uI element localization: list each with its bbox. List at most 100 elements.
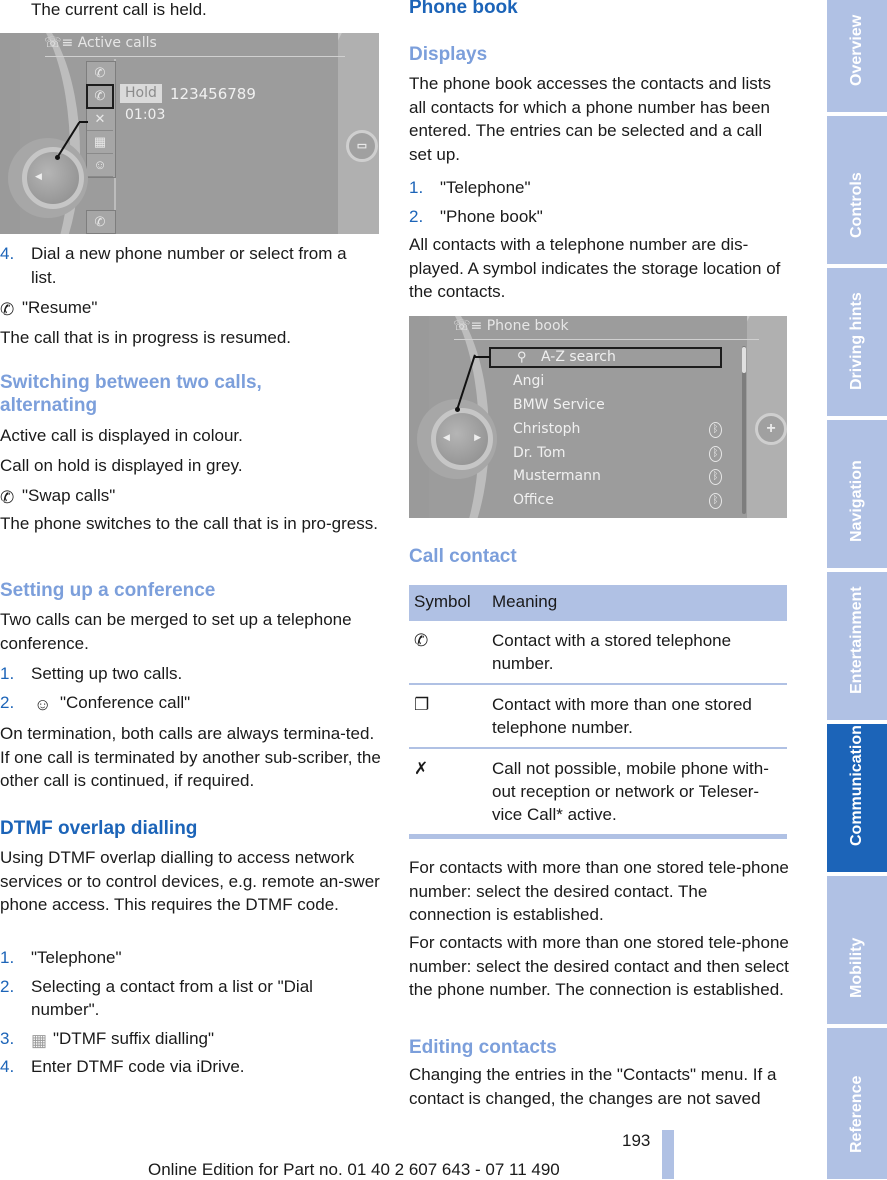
bluetooth-icon: ᛒ — [709, 469, 722, 485]
bluetooth-icon: ᛒ — [709, 493, 722, 509]
table-header-row: Symbol Meaning — [409, 585, 787, 621]
header-meaning: Meaning — [487, 585, 787, 621]
conference-icon[interactable]: ☺ — [87, 154, 113, 177]
microphone-mute-icon[interactable]: ✕ — [87, 108, 113, 131]
contact-item[interactable]: Office — [513, 492, 554, 508]
tab-label: Mobility — [848, 937, 865, 998]
arrow-left-icon: ◀ — [443, 432, 450, 442]
active-colour-text: Active call is displayed in colour. — [0, 426, 243, 445]
contact-item[interactable]: BMW Service — [513, 397, 605, 413]
active-calls-screenshot: ☏≡ Active calls ✆ ✆ ✕ ▦ ☺ ✆ Hold 1234567… — [0, 33, 379, 234]
contact-item[interactable]: Angi — [513, 373, 544, 389]
search-label: A-Z search — [541, 349, 616, 365]
header-symbol: Symbol — [409, 585, 487, 621]
call-contact-heading: Call contact — [409, 546, 517, 567]
tab-communication[interactable]: Communication — [827, 724, 887, 872]
controller-knob[interactable]: ◀ ▶ — [431, 408, 493, 470]
meaning-cell: Contact with more than one stored teleph… — [487, 684, 787, 749]
phone-handset-icon[interactable]: ✆ — [87, 62, 113, 85]
list-item: 2. ☺ "Conference call" — [0, 691, 370, 715]
list-item: 1. "Telephone" — [409, 176, 779, 200]
intro-text: The current call is held. — [31, 0, 207, 19]
contact-item[interactable]: Christoph — [513, 421, 580, 437]
edition-footer: Online Edition for Part no. 01 40 2 607 … — [148, 1160, 560, 1179]
keypad-icon: ▦ — [31, 1030, 48, 1050]
tab-label: Controls — [848, 172, 865, 238]
list-text: Selecting a contact from a list or "Dial… — [31, 976, 313, 1020]
conference-icon: ☺ — [34, 694, 52, 714]
list-item: 2. "Phone book" — [409, 205, 779, 229]
switching-heading: Switching between two calls, alternating — [0, 372, 262, 416]
tab-entertainment[interactable]: Entertainment — [827, 572, 887, 720]
phonebook-heading: Phone book — [409, 0, 518, 18]
editing-desc: Changing the entries in the "Contacts" m… — [409, 1065, 777, 1108]
list-item: 1. "Telephone" — [0, 946, 370, 970]
conference-desc: Two calls can be merged to set up a tele… — [0, 610, 352, 653]
phone-menu-icon: ☏≡ — [453, 318, 483, 334]
scrollbar-thumb[interactable] — [742, 347, 746, 373]
displays-desc: The phone book accesses the contacts and… — [409, 74, 771, 164]
list-number: 2. — [0, 692, 15, 712]
swap-calls-icon: ✆ — [0, 488, 15, 507]
para-two: For contacts with more than one stored t… — [409, 933, 789, 999]
meaning-cell: Call not possible, mobile phone with-out… — [487, 748, 787, 839]
swap-calls-icon[interactable]: ✆ — [87, 211, 113, 233]
para-one: For contacts with more than one stored t… — [409, 858, 789, 924]
tab-reference[interactable]: Reference — [827, 1028, 887, 1179]
meaning-cell: Contact with a stored telephone number. — [487, 621, 787, 685]
contact-item[interactable]: Mustermann — [513, 468, 601, 484]
swap-line: ✆ "Swap calls" — [0, 484, 115, 508]
table-row: ❐ Contact with more than one stored tele… — [409, 684, 787, 749]
tab-label: Communication — [848, 725, 865, 846]
all-contacts-text: All contacts with a telephone number are… — [409, 235, 781, 301]
screen-title-text: Active calls — [77, 35, 157, 51]
leader-line-h — [475, 356, 490, 358]
list-text: "Phone book" — [440, 206, 543, 226]
resume-line: ✆ "Resume" — [0, 296, 97, 320]
list-number: 4. — [0, 244, 15, 263]
list-text: "Conference call" — [60, 692, 191, 712]
leader-line-h — [79, 121, 88, 123]
swap-menu: ✆ — [86, 210, 116, 234]
resume-desc: The call that is in progress is resumed. — [0, 328, 292, 347]
tab-controls[interactable]: Controls — [827, 116, 887, 264]
termination-text: On termination, both calls are always te… — [0, 724, 381, 790]
list-text: Enter DTMF code via iDrive. — [31, 1057, 245, 1076]
plus-icon[interactable]: + — [755, 413, 787, 445]
search-icon: ⚲ — [517, 349, 527, 364]
conference-steps: 1. Setting up two calls. 2. ☺ "Conference c… — [0, 662, 370, 714]
tab-overview[interactable]: Overview — [827, 0, 887, 112]
list-item: 2. Selecting a contact from a list or "Di… — [0, 975, 370, 1022]
list-item: 1. Setting up two calls. — [0, 662, 370, 686]
resume-label: "Resume" — [22, 298, 98, 317]
list-item: 4. Dial a new phone number or select from… — [0, 242, 370, 289]
step-list-4: 4. Dial a new phone number or select from… — [0, 242, 370, 289]
list-number: 4. — [0, 1057, 15, 1076]
resume-call-icon: ✆ — [0, 300, 15, 319]
screen-title: ☏≡ Active calls — [44, 35, 157, 51]
list-number: 3. — [0, 1028, 15, 1048]
phone-handset-icon: ✆ — [409, 621, 487, 685]
multiple-numbers-icon: ❐ — [409, 684, 487, 749]
controller-knob[interactable]: ◀ — [22, 147, 84, 209]
list-text: "Telephone" — [440, 178, 531, 197]
tab-mobility[interactable]: Mobility — [827, 876, 887, 1024]
list-item: 3. ▦ "DTMF suffix dialling" — [0, 1027, 370, 1051]
arrow-right-icon: ▶ — [474, 432, 481, 442]
page-number-bar — [662, 1130, 674, 1179]
split-screen-icon[interactable]: ▭ — [346, 130, 378, 162]
dtmf-steps: 1. "Telephone" 2. Selecting a contact from… — [0, 946, 370, 1079]
tab-driving-hints[interactable]: Driving hints — [827, 268, 887, 416]
hold-badge: Hold — [120, 84, 162, 103]
dtmf-desc: Using DTMF overlap dialling to access ne… — [0, 848, 380, 914]
dtmf-heading: DTMF overlap dialling — [0, 818, 198, 839]
tab-navigation[interactable]: Navigation — [827, 420, 887, 568]
contact-item[interactable]: Dr. Tom — [513, 445, 566, 461]
call-not-possible-icon: ✗ — [409, 748, 487, 839]
list-text: "Telephone" — [31, 948, 122, 967]
list-item: 4. Enter DTMF code via iDrive. — [0, 1055, 370, 1079]
keypad-icon[interactable]: ▦ — [87, 131, 113, 154]
tab-label: Navigation — [848, 460, 865, 542]
az-search-item[interactable]: ⚲ A-Z search — [489, 347, 722, 368]
hold-call-icon[interactable]: ✆ — [86, 84, 114, 109]
